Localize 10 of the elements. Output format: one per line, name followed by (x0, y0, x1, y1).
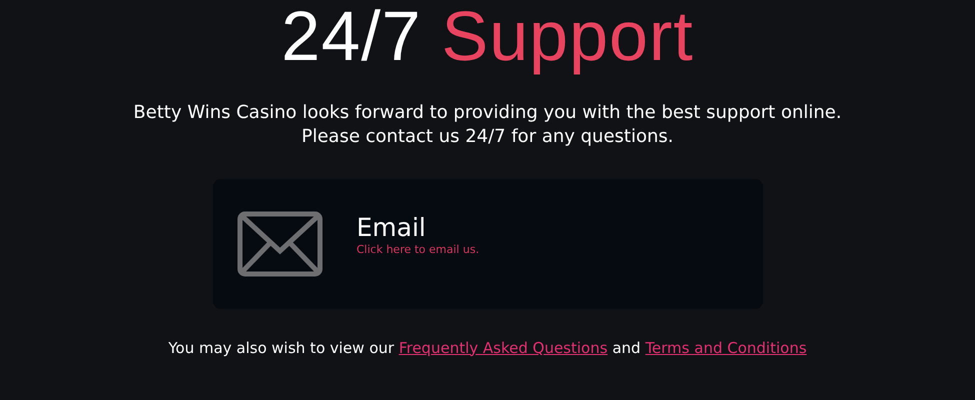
heading-text: 24/7 (281, 0, 422, 76)
faq-link[interactable]: Frequently Asked Questions (398, 338, 608, 356)
terms-link[interactable]: Terms and Conditions (645, 338, 807, 356)
contact-label: Email (356, 213, 427, 243)
heading-accent-text: Support (442, 0, 694, 76)
intro-text: Please contact us 24/7 for any questions. (300, 124, 674, 148)
intro-text: Betty Wins Casino looks forward to providing you with the best support online. (133, 100, 842, 124)
envelope-icon (236, 210, 322, 276)
email-link[interactable]: Click here to email us. (356, 243, 480, 256)
footer-text: You may also wish to view our Frequently Asked Questions and Terms and Conditions (168, 338, 807, 356)
